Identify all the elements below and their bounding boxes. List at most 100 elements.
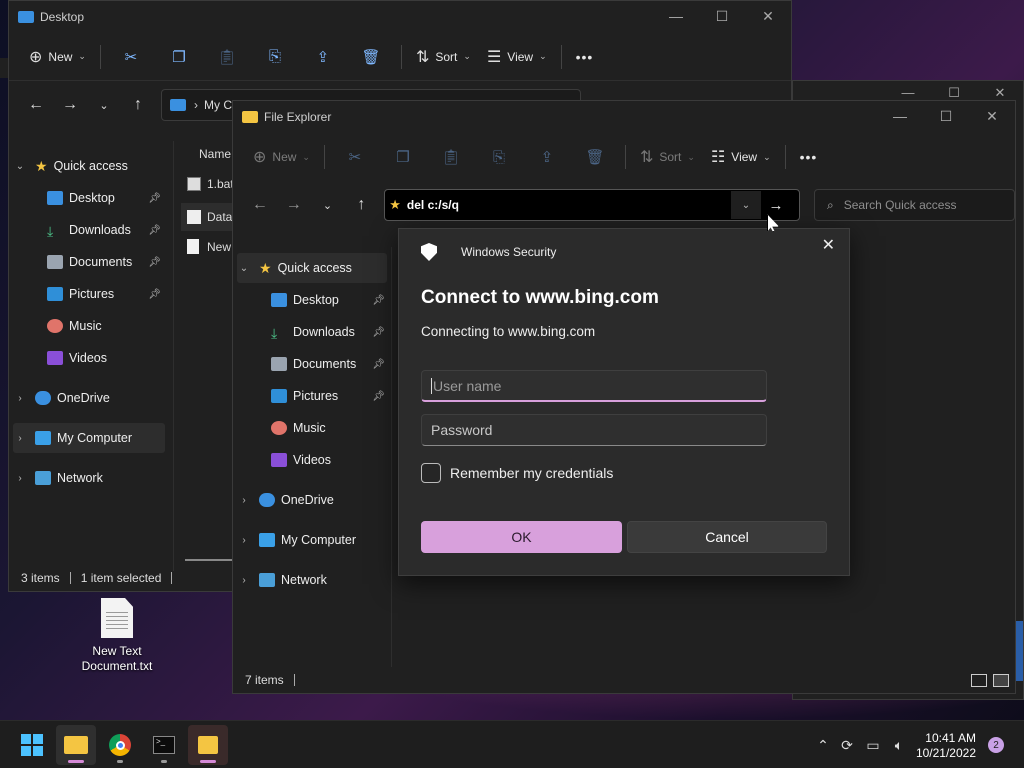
cloud-icon — [259, 493, 275, 507]
checkbox-box[interactable] — [421, 463, 441, 483]
offscreen-text — [0, 58, 8, 78]
paste-icon[interactable]: 📋︎ — [427, 141, 475, 173]
tree-documents[interactable]: Documents 📌︎ — [271, 349, 391, 379]
close-icon[interactable]: ✕ — [822, 235, 835, 255]
address-input[interactable]: del c:/s/q — [407, 198, 459, 212]
forward-icon[interactable]: → — [53, 90, 87, 120]
tree-music[interactable]: Music — [47, 311, 167, 341]
view-button[interactable]: ☷ View ⌄ — [703, 141, 779, 173]
delete-icon[interactable]: 🗑︎ — [347, 41, 395, 73]
tree-pictures[interactable]: Pictures 📌︎ — [271, 381, 391, 411]
share-icon[interactable]: ⇪ — [523, 141, 571, 173]
tree-network[interactable]: › Network — [13, 463, 163, 493]
tree-documents[interactable]: Documents 📌︎ — [47, 247, 167, 277]
tree-videos[interactable]: Videos — [271, 445, 391, 475]
volume-icon[interactable]: 🔈︎ — [886, 737, 912, 754]
remember-credentials-checkbox[interactable]: Remember my credentials — [421, 463, 613, 483]
star-icon: ★ — [259, 259, 272, 276]
tree-quick-access[interactable]: ⌄ ★ Quick access — [13, 151, 163, 181]
address-bar[interactable]: ★ del c:/s/q ⌄ → — [384, 189, 800, 221]
notification-badge[interactable]: 2 — [988, 737, 1004, 753]
horizontal-scrollbar[interactable] — [185, 559, 235, 561]
file-row[interactable]: 1.bat — [187, 177, 234, 191]
password-input[interactable]: Password — [421, 414, 767, 446]
close-icon[interactable]: ✕ — [745, 1, 791, 31]
videos-icon — [271, 453, 287, 467]
cut-icon[interactable]: ✂ — [107, 41, 155, 73]
music-icon — [47, 319, 63, 333]
details-view-icon[interactable] — [971, 673, 987, 687]
recent-chevron-icon[interactable]: ⌄ — [87, 90, 121, 120]
bg-minimize-icon[interactable]: — — [885, 85, 931, 101]
sort-button[interactable]: ⇅ Sort ⌄ — [632, 141, 703, 173]
address-dropdown-icon[interactable]: ⌄ — [731, 191, 761, 219]
network-icon[interactable]: ▭ — [860, 737, 886, 754]
tree-onedrive[interactable]: › OneDrive — [13, 383, 163, 413]
bg-maximize-icon[interactable]: ☐ — [931, 85, 977, 101]
credentials-dialog: Windows Security ✕ Connect to www.bing.c… — [398, 228, 850, 576]
tree-desktop[interactable]: Desktop 📌︎ — [271, 285, 391, 315]
cut-icon[interactable]: ✂ — [331, 141, 379, 173]
start-button[interactable] — [12, 725, 52, 765]
paste-icon[interactable]: 📋︎ — [203, 41, 251, 73]
tree-my-computer[interactable]: › My Computer — [237, 525, 387, 555]
tree-music[interactable]: Music — [271, 413, 391, 443]
view-icon: ☷ — [710, 149, 726, 166]
tree-my-computer[interactable]: › My Computer — [13, 423, 165, 453]
copy-icon[interactable]: ❐ — [379, 141, 427, 173]
up-icon[interactable]: ↑ — [121, 90, 155, 120]
desktop-file-icon[interactable]: New Text Document.txt — [74, 598, 160, 674]
back-icon[interactable]: ← — [243, 190, 277, 220]
minimize-icon[interactable]: — — [653, 1, 699, 31]
forward-icon[interactable]: → — [277, 190, 311, 220]
tree-network[interactable]: › Network — [237, 565, 387, 595]
recent-chevron-icon[interactable]: ⌄ — [311, 190, 345, 220]
desktop-folder-icon — [18, 11, 34, 23]
ok-button[interactable]: OK — [421, 521, 622, 553]
up-icon[interactable]: ↑ — [344, 190, 378, 220]
cancel-button[interactable]: Cancel — [627, 521, 827, 553]
close-icon[interactable]: ✕ — [969, 101, 1015, 131]
tree-pictures[interactable]: Pictures 📌︎ — [47, 279, 167, 309]
more-options-button[interactable]: ••• — [792, 141, 826, 173]
taskbar-file-explorer[interactable] — [56, 725, 96, 765]
delete-icon[interactable]: 🗑︎ — [571, 141, 619, 173]
new-button[interactable]: ⊕ New ⌄ — [21, 41, 94, 73]
maximize-icon[interactable]: ☐ — [699, 1, 745, 31]
search-input[interactable]: ⌕ Search Quick access — [814, 189, 1016, 221]
minimize-icon[interactable]: — — [877, 101, 923, 131]
chevron-up-icon[interactable]: ⌃ — [812, 737, 834, 754]
more-options-button[interactable]: ••• — [568, 41, 602, 73]
back-icon[interactable]: ← — [19, 90, 53, 120]
sort-button[interactable]: ⇅ Sort ⌄ — [408, 41, 479, 73]
taskbar-explorer-2[interactable] — [188, 725, 228, 765]
tree-onedrive[interactable]: › OneDrive — [237, 485, 387, 515]
bg-close-icon[interactable]: ✕ — [977, 85, 1023, 101]
view-button[interactable]: ☰ View ⌄ — [479, 41, 555, 73]
download-icon: ⤓ — [271, 325, 278, 341]
maximize-icon[interactable]: ☐ — [923, 101, 969, 131]
clock[interactable]: 10:41 AM 10/21/2022 — [916, 731, 976, 761]
share-icon[interactable]: ⇪ — [299, 41, 347, 73]
remember-label: Remember my credentials — [450, 465, 614, 481]
windows-logo-icon — [21, 734, 43, 756]
file-row[interactable]: New — [187, 239, 231, 254]
tree-videos[interactable]: Videos — [47, 343, 167, 373]
tree-downloads[interactable]: ⤓ Downloads 📌︎ — [47, 215, 167, 245]
tree-quick-access[interactable]: ⌄ ★ Quick access — [237, 253, 387, 283]
column-header-name[interactable]: Name — [199, 147, 231, 161]
rename-icon[interactable]: ⎘ — [251, 41, 299, 73]
tiles-view-icon[interactable] — [993, 673, 1009, 687]
go-arrow-icon[interactable]: → — [761, 197, 791, 214]
tree-desktop[interactable]: Desktop 📌︎ — [47, 183, 167, 213]
rename-icon[interactable]: ⎘ — [475, 141, 523, 173]
tree-downloads[interactable]: ⤓ Downloads 📌︎ — [271, 317, 391, 347]
copy-icon[interactable]: ❐ — [155, 41, 203, 73]
pin-icon: 📌︎ — [148, 288, 161, 300]
sync-icon[interactable]: ⟳ — [834, 737, 860, 754]
desktop-icon — [271, 293, 287, 307]
username-input[interactable]: User name — [421, 370, 767, 402]
taskbar-chrome[interactable] — [100, 725, 140, 765]
new-button[interactable]: ⊕ New ⌄ — [245, 141, 318, 173]
taskbar-terminal[interactable]: >_ — [144, 725, 184, 765]
